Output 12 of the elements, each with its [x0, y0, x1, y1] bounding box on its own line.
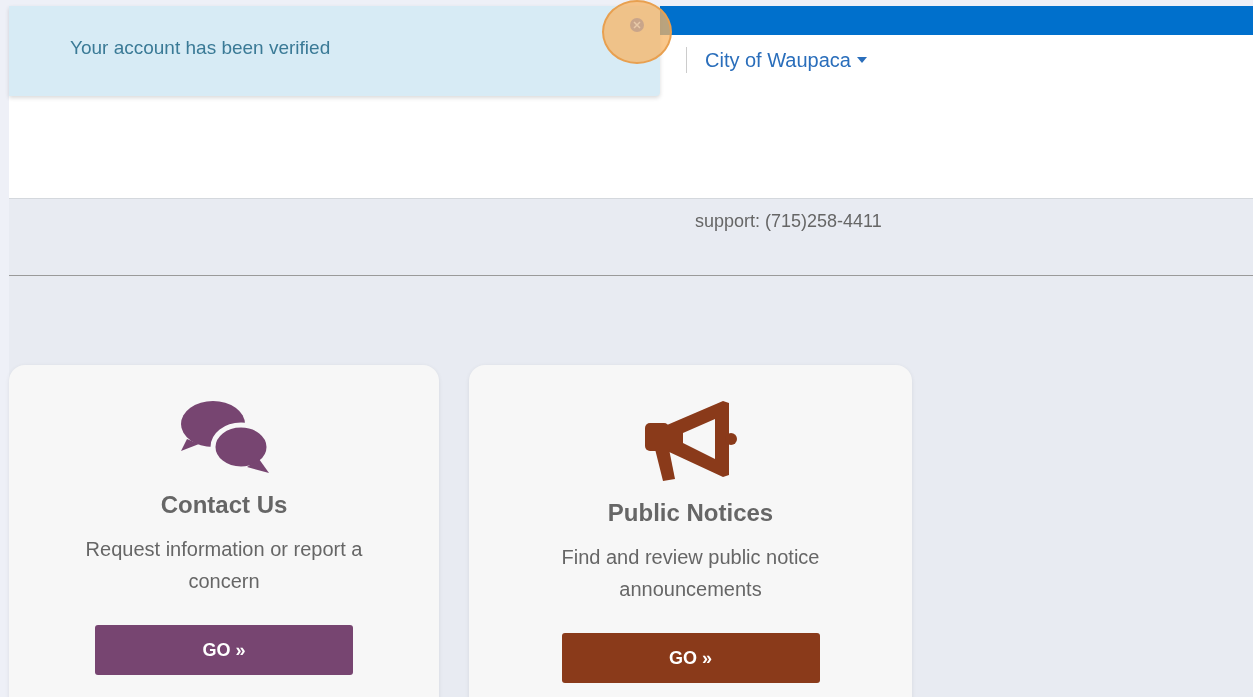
caret-icon — [857, 57, 867, 63]
card-title: Public Notices — [607, 499, 774, 527]
close-icon[interactable] — [630, 18, 644, 32]
toast-message: Your account has been verified — [70, 37, 331, 59]
go-button[interactable]: GO » — [95, 625, 353, 675]
card-title: Contact Us — [160, 491, 288, 519]
megaphone-icon — [644, 399, 737, 481]
city-dropdown[interactable]: City of Waupaca — [705, 48, 867, 72]
go-button[interactable]: GO » — [561, 633, 820, 683]
card-description: Request information or report a concern — [84, 537, 364, 594]
card-description: Find and review public notice announcements — [560, 545, 821, 602]
support-phone: support: (715)258-4411 — [695, 211, 882, 233]
